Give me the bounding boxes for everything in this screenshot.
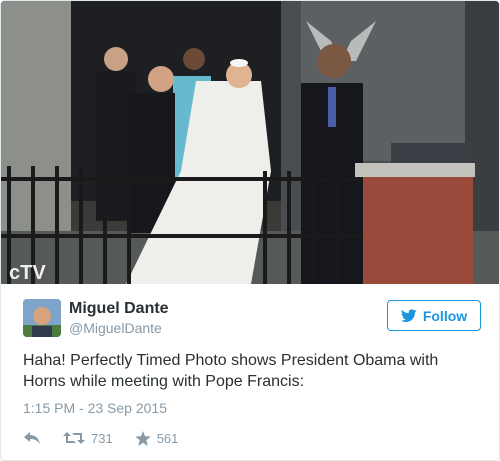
tweet-text: Haha! Perfectly Timed Photo shows Presid… [23,352,439,390]
tweet-photo[interactable]: cTV [1,1,499,284]
follow-label: Follow [422,307,468,324]
author-name[interactable]: Miguel Dante [69,300,169,318]
reply-icon [24,432,40,444]
avatar[interactable] [23,299,61,337]
like-count: 561 [156,430,179,446]
like-button[interactable]: 561 [134,430,179,446]
follow-button[interactable]: Follow [387,300,481,331]
author-handle[interactable]: @MiguelDante [69,320,162,336]
tweet-card: cTV Miguel Dante @MiguelDante Follow Hah… [0,0,500,461]
retweet-button[interactable]: 731 [63,431,113,446]
tweet-actions: 731 561 [23,428,200,448]
retweet-icon [63,432,85,444]
retweet-count: 731 [91,430,113,446]
tweet-timestamp[interactable]: 1:15 PM - 23 Sep 2015 [23,400,167,416]
ctv-watermark: cTV [9,262,46,284]
avatar-image [23,299,61,337]
star-icon [134,430,151,446]
photo-scene: cTV [1,1,499,284]
twitter-bird-icon [400,308,417,322]
tweet-body: Miguel Dante @MiguelDante Follow Haha! P… [1,284,499,460]
reply-button[interactable] [23,431,41,445]
